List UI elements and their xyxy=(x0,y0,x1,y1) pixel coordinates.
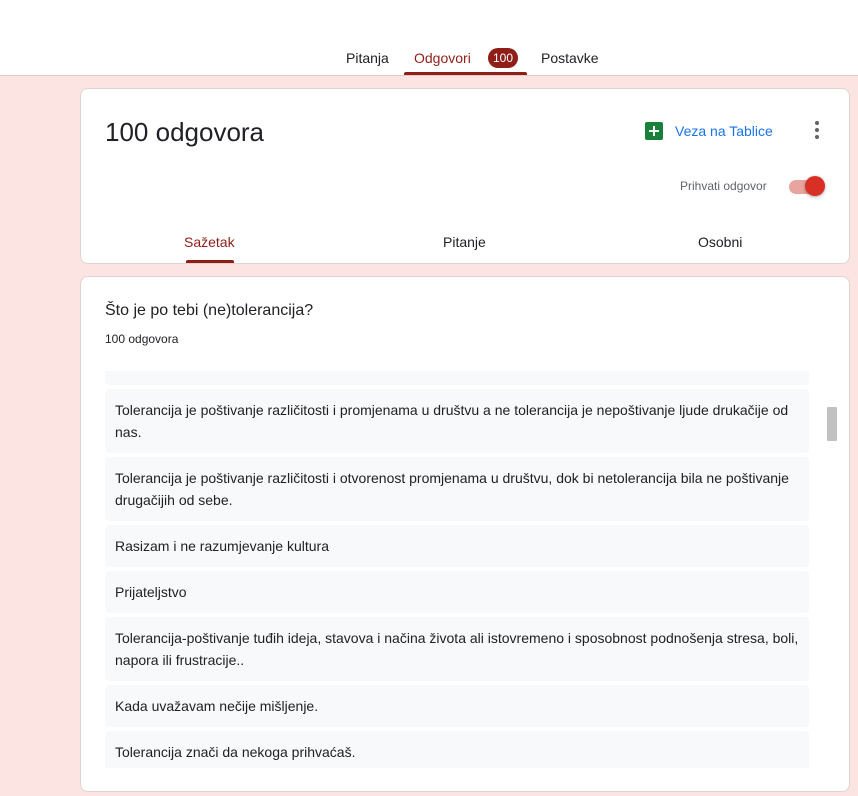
active-subtab-indicator xyxy=(186,260,234,263)
question-summary-card: Što je po tebi (ne)tolerancija? 100 odgo… xyxy=(80,276,850,792)
accepting-responses-toggle[interactable] xyxy=(787,176,825,196)
answers-scrollbar[interactable] xyxy=(827,407,837,441)
list-item: Tolerancija-poštivanje tuđih ideja, stav… xyxy=(105,617,809,681)
question-response-count: 100 odgovora xyxy=(105,332,179,346)
list-item: Tolerancija znači da nekoga prihvaćaš. xyxy=(105,731,809,768)
list-item: Tolerancija je poštivanje različitosti i… xyxy=(105,389,809,453)
responses-header-card: 100 odgovora Veza na Tablice Prihvati od… xyxy=(80,88,850,264)
more-vert-icon[interactable] xyxy=(807,119,827,141)
list-item: Kada uvažavam nečije mišljenje. xyxy=(105,685,809,727)
list-item: Tolerancija je poštivanje različitosti i… xyxy=(105,457,809,521)
tab-settings[interactable]: Postavke xyxy=(541,49,599,67)
list-item: Rasizam i ne razumjevanje kultura xyxy=(105,525,809,567)
link-to-sheets-button[interactable]: Veza na Tablice xyxy=(645,121,773,141)
active-tab-indicator xyxy=(404,72,527,75)
accepting-responses-label: Prihvati odgovor xyxy=(680,179,767,193)
tab-individual[interactable]: Osobni xyxy=(698,233,742,251)
answers-list[interactable]: Tolerancija je poštivanje različitosti i… xyxy=(105,371,809,768)
answers-list-inner: Tolerancija je poštivanje različitosti i… xyxy=(105,371,809,768)
tab-summary[interactable]: Sažetak xyxy=(184,233,235,251)
sheets-icon xyxy=(645,122,663,140)
link-to-sheets-label: Veza na Tablice xyxy=(675,123,773,139)
responses-title: 100 odgovora xyxy=(105,117,265,147)
list-item xyxy=(105,371,809,385)
tab-responses[interactable]: Odgovori xyxy=(414,49,471,67)
question-title: Što je po tebi (ne)tolerancija? xyxy=(105,302,314,319)
top-tab-bar: Pitanja Odgovori 100 Postavke xyxy=(0,0,858,76)
tab-question[interactable]: Pitanje xyxy=(443,233,486,251)
toggle-thumb xyxy=(805,176,825,196)
responses-count-badge: 100 xyxy=(488,48,519,68)
list-item: Prijateljstvo xyxy=(105,571,809,613)
tab-questions[interactable]: Pitanja xyxy=(346,49,389,67)
